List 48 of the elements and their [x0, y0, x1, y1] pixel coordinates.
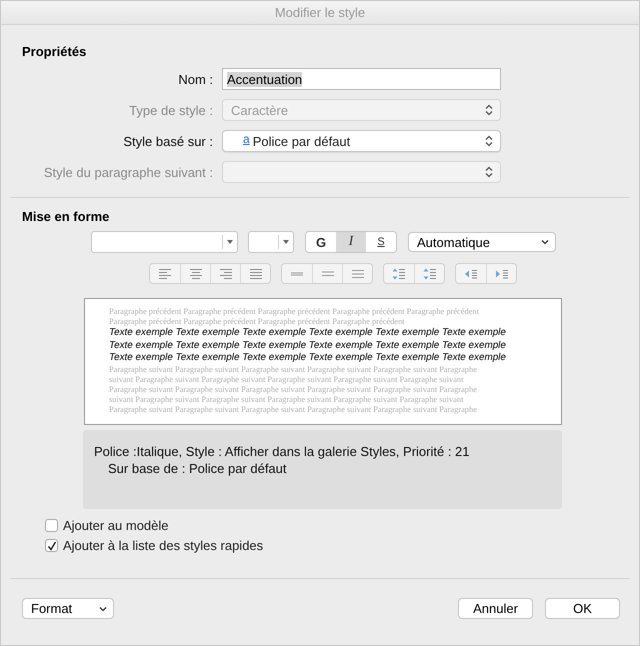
name-field[interactable]: Accentuation [222, 68, 501, 90]
justify-icon [248, 268, 262, 280]
stepper-arrows-icon [485, 135, 493, 147]
chevron-down-icon [541, 239, 549, 245]
space-before-icon [392, 268, 406, 280]
font-size-combo[interactable] [248, 231, 294, 253]
description-text: Police :Italique, Style : Afficher dans la galerie Styles, Priorité : 21 [94, 443, 471, 460]
field-label: Style basé sur : [122, 134, 213, 148]
dropdown-triangle-icon [283, 240, 289, 244]
font-name-combo[interactable] [91, 231, 238, 253]
preceding-paragraph-line: Paragraphe précédent Paragraphe précédent Paragraphe précédent Paragraphe précédent Paragraphe précédent [109, 307, 480, 317]
align-left-icon [158, 268, 172, 280]
align-center-icon [188, 268, 202, 280]
align-right-icon [218, 268, 232, 280]
following-paragraph-line: suivant Paragraphe suivant Paragraphe suivant Paragraphe suivant Paragraphe suivant Paragraphe suivant [109, 395, 464, 406]
decrease-indent-icon [464, 268, 478, 280]
sample-text-line: Texte exemple Texte exemple Texte exemple Texte exemple Texte exemple Texte exemple [109, 327, 507, 340]
increase-indent-icon [494, 268, 508, 280]
font-color-dropdown[interactable]: Automatique [408, 232, 556, 252]
italic-button[interactable]: I [336, 232, 366, 252]
field-label: Type de style : [128, 102, 213, 118]
sample-text-line: Texte exemple Texte exemple Texte exemple Texte exemple Texte exemple Texte exemple [109, 340, 507, 352]
dialog-button[interactable]: OK [545, 598, 620, 619]
following-paragraph-line: Paragraphe suivant Paragraphe suivant Paragraphe suivant Paragraphe suivant Paragraphe suivant Paragraphe [109, 405, 478, 416]
double-spacing-icon [350, 268, 364, 280]
window-title: Modifier le style [274, 5, 366, 20]
format-menu-button[interactable]: Format [22, 598, 114, 619]
checkbox[interactable] [45, 539, 58, 552]
checkbox-label: Ajouter au modèle [63, 518, 169, 533]
description-text: Sur base de : Police par défaut [107, 460, 288, 477]
popup-menu[interactable]: a Police par défaut [222, 130, 501, 152]
section-heading: Propriétés [22, 44, 88, 59]
checkbox[interactable] [45, 519, 58, 532]
checkbox-label: Ajouter à la liste des styles rapides [63, 538, 264, 553]
chevron-down-icon [99, 606, 107, 612]
stepper-arrows-icon [485, 166, 493, 178]
stepper-arrows-icon [485, 104, 493, 116]
space-after-icon [422, 268, 436, 280]
section-heading: Mise en forme [22, 209, 110, 224]
following-paragraph-line: Paragraphe suivant Paragraphe suivant Paragraphe suivant Paragraphe suivant Paragraphe suivant Paragraphe [109, 385, 478, 396]
dialog-button[interactable]: Annuler [458, 598, 533, 619]
dropdown-triangle-icon [227, 240, 233, 244]
following-paragraph-line: Paragraphe suivant Paragraphe suivant Paragraphe suivant Paragraphe suivant Paragraphe suivant Paragraphe [109, 365, 478, 376]
sample-text-line: Texte exemple Texte exemple Texte exemple Texte exemple Texte exemple Texte exemple [109, 352, 507, 366]
preceding-paragraph-line: Paragraphe précédent Paragraphe précédent Paragraphe précédent Paragraphe précédent [109, 317, 406, 327]
following-paragraph-line: suivant Paragraphe suivant Paragraphe suivant Paragraphe suivant Paragraphe suivant Paragraphe suivant [109, 375, 464, 386]
field-label: Nom : [177, 72, 213, 86]
field-label: Style du paragraphe suivant : [42, 164, 213, 180]
